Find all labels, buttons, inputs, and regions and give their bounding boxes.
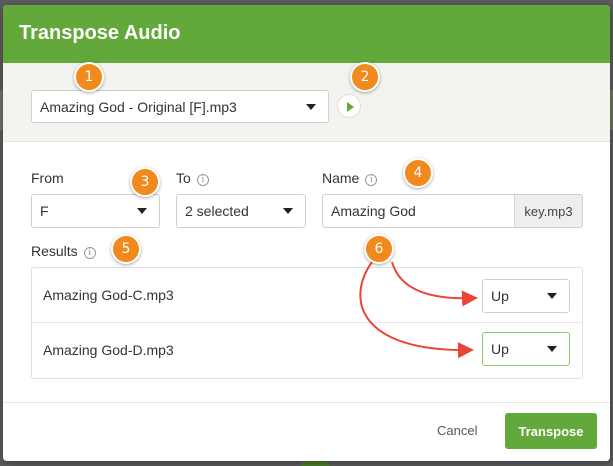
info-icon[interactable]: i	[365, 174, 378, 186]
callout-1: 1	[74, 62, 104, 92]
to-key-select[interactable]: 2 selected	[176, 194, 306, 228]
direction-select[interactable]: Up	[482, 332, 570, 366]
audio-file-select[interactable]: Amazing God - Original [F].mp3	[31, 90, 329, 123]
play-icon	[347, 102, 354, 112]
chevron-down-icon	[547, 346, 557, 352]
to-label: To	[176, 170, 191, 186]
dialog-header: Transpose Audio	[3, 5, 610, 63]
dialog-title: Transpose Audio	[19, 22, 181, 44]
result-row: Amazing God-C.mp3 Up	[32, 268, 582, 323]
result-row: Amazing God-D.mp3 Up	[32, 323, 582, 378]
name-suffix-addon: key.mp3	[514, 194, 583, 228]
direction-select[interactable]: Up	[482, 279, 570, 313]
chevron-down-icon	[306, 103, 316, 110]
results-list: Amazing God-C.mp3 Up Amazing God-D.mp3 U…	[31, 267, 583, 379]
chevron-down-icon	[283, 208, 293, 214]
result-file-name: Amazing God-C.mp3	[43, 287, 174, 303]
direction-value: Up	[491, 341, 509, 357]
results-label: Results	[31, 243, 78, 259]
info-icon[interactable]: i	[196, 174, 209, 186]
from-key-select[interactable]: F	[31, 194, 160, 228]
chevron-down-icon	[547, 293, 557, 299]
callout-4: 4	[403, 158, 433, 188]
from-label: From	[31, 170, 64, 186]
play-button[interactable]	[337, 94, 361, 118]
name-label-group: Name i	[322, 170, 378, 186]
info-icon[interactable]: i	[83, 247, 96, 259]
chevron-down-icon	[137, 208, 147, 214]
name-label: Name	[322, 170, 360, 186]
from-key-value: F	[40, 203, 49, 219]
to-label-group: To i	[176, 170, 209, 186]
cancel-button[interactable]: Cancel	[437, 423, 477, 438]
callout-6: 6	[364, 234, 394, 264]
to-key-value: 2 selected	[185, 203, 249, 219]
result-file-name: Amazing God-D.mp3	[43, 342, 174, 358]
name-input-value: Amazing God	[331, 203, 416, 219]
callout-2: 2	[350, 62, 380, 92]
transpose-button[interactable]: Transpose	[505, 413, 597, 449]
direction-value: Up	[491, 288, 509, 304]
callout-3: 3	[130, 167, 160, 197]
audio-file-value: Amazing God - Original [F].mp3	[40, 98, 237, 115]
dialog-footer: Cancel Transpose	[3, 402, 610, 461]
name-input[interactable]: Amazing God	[322, 194, 514, 228]
results-label-group: Results i	[31, 243, 96, 259]
callout-5: 5	[111, 234, 141, 264]
